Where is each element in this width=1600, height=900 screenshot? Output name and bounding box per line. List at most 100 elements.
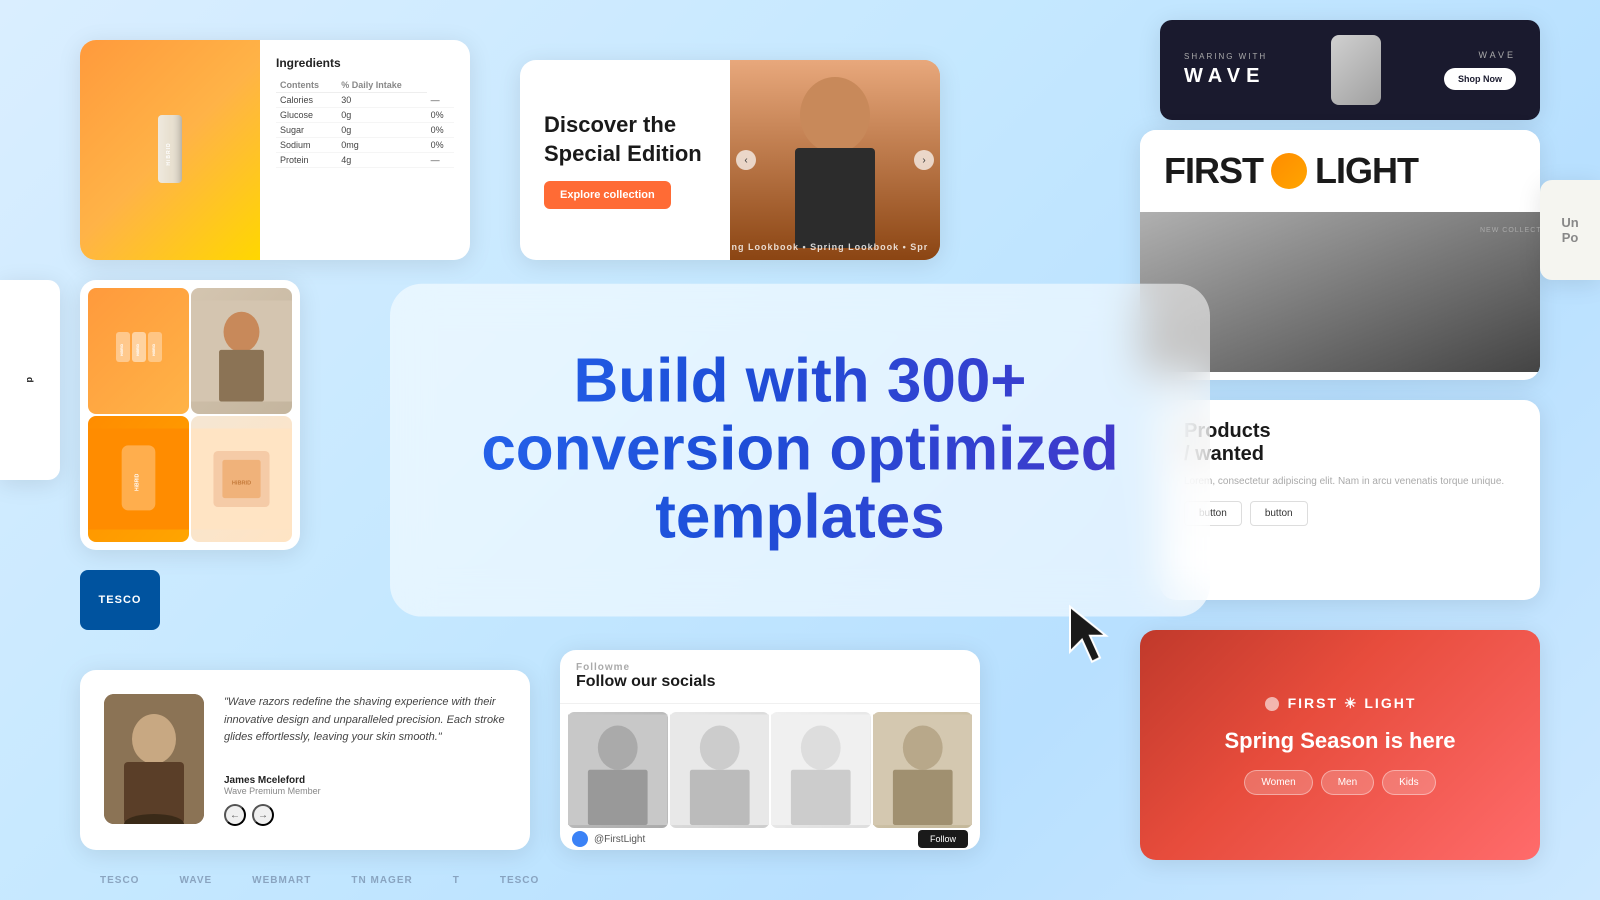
cans-icon: HiBRID HiBRID HiBRID: [111, 324, 166, 379]
far-left-card: d: [0, 280, 60, 480]
hibrid-product-image: HiBRID: [80, 40, 260, 260]
wave-product-image: [1331, 35, 1381, 105]
special-edition-image: ‹ › Spring Lookbook • Spring Lookbook • …: [730, 60, 940, 260]
prev-arrow[interactable]: ‹: [736, 150, 756, 170]
social-person-4: [873, 712, 973, 828]
svg-text:HiBRID: HiBRID: [152, 343, 156, 356]
next-arrow[interactable]: ›: [914, 150, 934, 170]
logo-wave: Wave: [179, 875, 212, 886]
fl-red-card: FIRST ☀ LIGHT Spring Season is here Wome…: [1140, 630, 1540, 860]
fl-red-kids-btn[interactable]: Kids: [1382, 770, 1435, 795]
social-title: Follow our socials: [576, 673, 964, 691]
testimonial-content: "Wave razors redefine the shaving experi…: [224, 694, 506, 826]
far-left-text: d: [25, 377, 35, 384]
main-headline: Build with 300+ conversion optimized tem…: [450, 348, 1150, 553]
wave-right-section: WAVE Shop Now: [1444, 50, 1516, 90]
model-figure: [730, 60, 940, 260]
wave-brand-text: WAVE: [1184, 65, 1267, 88]
fl-sun-icon: [1271, 153, 1307, 189]
first-light-title: FIRST LIGHT: [1164, 150, 1418, 192]
center-overlay: Build with 300+ conversion optimized tem…: [390, 284, 1210, 617]
tesco-badge: TESCO: [80, 570, 160, 630]
col-contents: Contents: [276, 78, 337, 93]
testimonial-card: "Wave razors redefine the shaving experi…: [80, 670, 530, 850]
box-svg: HiBRID: [191, 416, 292, 542]
ingredients-table: Contents % Daily Intake Calories30— Gluc…: [276, 78, 454, 168]
ingredients-title: Ingredients: [276, 56, 454, 70]
col-daily: % Daily Intake: [337, 78, 426, 93]
product-buttons: button button: [1184, 501, 1516, 526]
grid-cell-box: HiBRID: [191, 416, 292, 542]
special-edition-card: Discover the Special Edition Explore col…: [520, 60, 940, 260]
orange-product-svg: HiBRID: [88, 416, 189, 542]
lookbook-ticker: Spring Lookbook • Spring Lookbook • Spr: [730, 242, 928, 252]
testimonial-nav: ← →: [224, 804, 506, 826]
logo-tesco-2: TESCO: [500, 875, 539, 886]
wave-card: SHARING WITH WAVE WAVE Shop Now: [1160, 20, 1540, 120]
social-img-2: [670, 712, 770, 828]
fl-red-brand: FIRST ☀ LIGHT: [1288, 695, 1417, 712]
person-svg: [104, 694, 204, 824]
tesco-text: TESCO: [99, 594, 142, 606]
svg-text:HiBRID: HiBRID: [232, 481, 251, 487]
social-brand: Followme: [576, 662, 964, 673]
sharing-with-text: SHARING WITH: [1184, 52, 1267, 61]
fl-red-title: Spring Season is here: [1224, 728, 1455, 754]
social-card: Followme Follow our socials: [560, 650, 980, 850]
profile-avatar: [572, 831, 588, 847]
social-person-3: [771, 712, 871, 828]
social-img-1: [568, 712, 668, 828]
model-small-svg: [191, 288, 292, 414]
svg-text:HiBRID: HiBRID: [136, 343, 140, 356]
ing-row: Sugar0g0%: [276, 123, 454, 138]
ingredients-panel: Ingredients Contents % Daily Intake Calo…: [260, 40, 470, 260]
logo-tesco: TESCO: [100, 875, 139, 886]
ing-row: Calories30—: [276, 93, 454, 108]
social-image-grid: [560, 704, 980, 824]
svg-text:HiBRID: HiBRID: [120, 343, 124, 356]
fl-red-logo: FIRST ☀ LIGHT: [1264, 695, 1417, 712]
far-right-top-card: UnPo: [1540, 180, 1600, 280]
fl-first-text: FIRST: [1164, 150, 1263, 192]
ing-row: Glucose0g0%: [276, 108, 454, 123]
main-scene: d HiBRID Ingredients: [0, 0, 1600, 900]
special-edition-text: Discover the Special Edition Explore col…: [520, 60, 730, 260]
social-profile: @FirstLight: [572, 831, 645, 847]
logo-t: T: [453, 875, 460, 886]
testimonial-photo: [104, 694, 204, 824]
product-btn-2[interactable]: button: [1250, 501, 1308, 526]
wave-brand-small: WAVE: [1478, 50, 1516, 60]
grid-cell-model: [191, 288, 292, 414]
logo-webmart: Webmart: [252, 875, 311, 886]
fl-light-text: LIGHT: [1315, 150, 1418, 192]
testimonial-next[interactable]: →: [252, 804, 274, 826]
logo-tn-mager: TN Mager: [351, 875, 412, 886]
hibrid-ingredients-card: HiBRID Ingredients Contents % Daily Inta…: [80, 40, 470, 260]
grid-cell-cans: HiBRID HiBRID HiBRID: [88, 288, 189, 414]
products-content: Products/ wanted Lorem, consectetur adip…: [1184, 420, 1516, 526]
social-img-3: [771, 712, 871, 828]
testimonial-author: James Mceleford Wave Premium Member ← →: [224, 775, 506, 826]
svg-text:NEW COLLECTION: NEW COLLECTION: [1480, 227, 1540, 234]
fl-red-women-btn[interactable]: Women: [1244, 770, 1312, 795]
fl-red-buttons: Women Men Kids: [1244, 770, 1435, 795]
testimonial-role: Wave Premium Member: [224, 786, 506, 796]
profile-name: @FirstLight: [594, 834, 645, 845]
svg-text:HiBRID: HiBRID: [135, 473, 141, 491]
follow-button[interactable]: Follow: [918, 830, 968, 848]
products-description: Lorem, consectetur adipiscing elit. Nam …: [1184, 474, 1516, 489]
testimonial-quote: "Wave razors redefine the shaving experi…: [224, 694, 506, 747]
special-edition-title: Discover the Special Edition: [544, 111, 706, 168]
explore-collection-button[interactable]: Explore collection: [544, 181, 671, 209]
wave-cta-button[interactable]: Shop Now: [1444, 68, 1516, 90]
fl-red-men-btn[interactable]: Men: [1321, 770, 1374, 795]
hibrid-can-svg: HiBRID: [150, 110, 190, 190]
social-header: Followme Follow our socials: [560, 650, 980, 704]
first-light-header: FIRST LIGHT: [1140, 130, 1540, 212]
svg-text:HiBRID: HiBRID: [166, 142, 172, 165]
testimonial-prev[interactable]: ←: [224, 804, 246, 826]
far-right-text: UnPo: [1561, 215, 1578, 245]
cursor-icon: [1050, 596, 1130, 676]
fl-sun-small-icon: [1264, 696, 1280, 712]
model-svg: [730, 60, 940, 260]
